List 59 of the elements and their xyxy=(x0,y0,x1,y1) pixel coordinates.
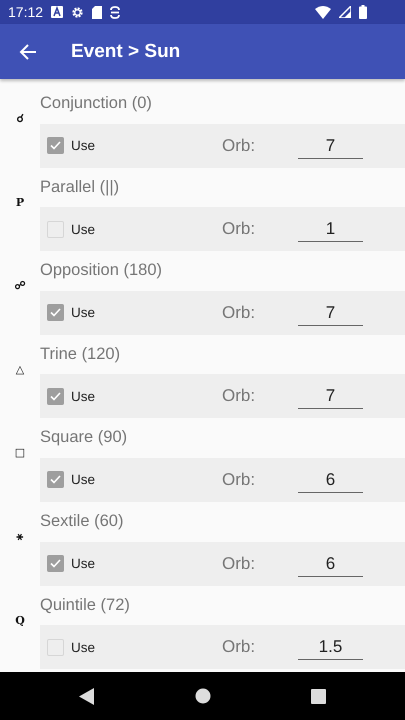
use-checkbox[interactable] xyxy=(47,555,64,572)
recents-button[interactable] xyxy=(311,688,326,704)
aspect-name: Parallel (||) xyxy=(40,176,120,198)
aspect-symbol: ☌ xyxy=(16,112,24,125)
aspect-symbol: ☍ xyxy=(14,279,26,292)
orb-label: Orb: xyxy=(222,386,256,406)
home-button[interactable] xyxy=(195,688,211,704)
aspect-symbol: Q xyxy=(15,614,25,627)
aspect-symbol: ⚹ xyxy=(16,530,24,543)
orb-field[interactable]: 1.5 xyxy=(298,634,363,660)
orb-field[interactable]: 7 xyxy=(298,300,363,326)
settings-icon xyxy=(71,6,84,18)
orb-label: Orb: xyxy=(222,302,256,323)
use-checkbox[interactable] xyxy=(47,304,64,322)
aspect-name: Quintile (72) xyxy=(40,594,131,616)
use-checkbox[interactable] xyxy=(47,471,64,488)
use-checkbox[interactable] xyxy=(47,137,64,154)
orb-label: Orb: xyxy=(222,637,256,658)
orb-field[interactable]: 6 xyxy=(298,550,363,577)
wifi-icon xyxy=(315,6,331,18)
aspect-symbol: △ xyxy=(16,362,24,376)
use-label: Use xyxy=(71,472,96,488)
check-icon xyxy=(49,473,62,486)
aspect-name: Square (90) xyxy=(40,427,128,448)
orb-field[interactable]: 1 xyxy=(298,216,363,242)
orb-label: Orb: xyxy=(222,219,256,240)
aspect-name: Trine (120) xyxy=(40,344,122,365)
use-label: Use xyxy=(71,222,96,237)
use-checkbox[interactable] xyxy=(47,220,64,238)
use-checkbox[interactable] xyxy=(47,388,64,405)
check-icon xyxy=(49,390,62,403)
orb-field[interactable]: 7 xyxy=(298,383,363,410)
screen-title: Event > Sun xyxy=(71,40,180,62)
check-icon xyxy=(49,139,62,152)
use-label: Use xyxy=(71,388,96,404)
orb-field[interactable]: 6 xyxy=(298,466,363,493)
battery-icon xyxy=(359,5,367,19)
clock-time: 17:12 xyxy=(8,4,44,20)
use-label: Use xyxy=(71,138,96,154)
use-checkbox[interactable] xyxy=(47,638,64,656)
orb-label: Orb: xyxy=(222,554,256,574)
check-icon xyxy=(49,557,62,570)
use-label: Use xyxy=(71,640,96,655)
use-label: Use xyxy=(71,305,96,320)
aspect-name: Conjunction (0) xyxy=(40,93,153,114)
font-icon xyxy=(51,6,64,18)
orb-label: Orb: xyxy=(222,136,256,156)
orb-field[interactable]: 7 xyxy=(298,132,363,159)
use-label: Use xyxy=(71,556,96,572)
sd-card-icon xyxy=(92,6,102,18)
orb-label: Orb: xyxy=(222,470,256,490)
aspect-name: Opposition (180) xyxy=(40,260,163,282)
back-nav-button[interactable] xyxy=(79,688,95,704)
sync-icon xyxy=(110,6,120,18)
aspect-symbol: P xyxy=(16,196,24,209)
aspect-symbol: □ xyxy=(14,446,26,460)
signal-icon xyxy=(339,6,351,18)
check-icon xyxy=(49,306,62,320)
aspect-name: Sextile (60) xyxy=(40,510,124,532)
